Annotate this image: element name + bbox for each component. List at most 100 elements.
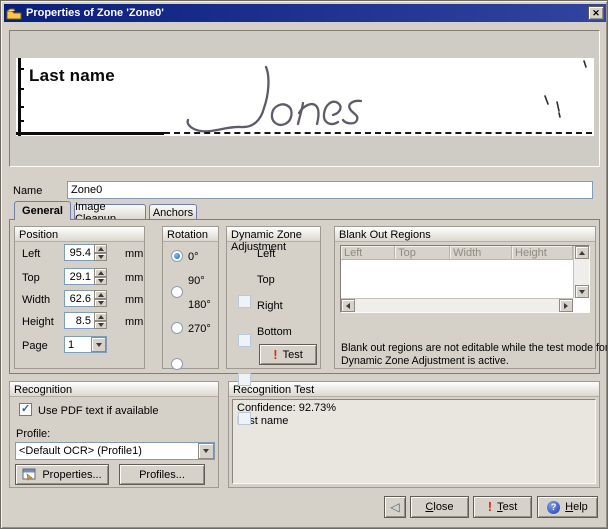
form-bottom-dashes: [164, 132, 592, 134]
help-button-label: Help: [565, 501, 588, 513]
close-button[interactable]: Close: [410, 496, 469, 518]
checkbox-use-pdf-text[interactable]: ✓: [19, 403, 32, 416]
scroll-right-button[interactable]: [559, 299, 573, 312]
radio-rotation-0[interactable]: [171, 250, 183, 262]
properties-dialog: Properties of Zone 'Zone0' ✕ Last name: [0, 0, 608, 529]
rotation-group-header: Rotation: [163, 227, 218, 242]
recognition-group-header: Recognition: [10, 382, 218, 397]
spin-up-button[interactable]: [94, 290, 107, 299]
help-button[interactable]: ? Help: [537, 496, 598, 518]
confidence-text: Confidence: 92.73%: [237, 402, 591, 415]
page-combobox[interactable]: 1: [64, 336, 107, 353]
checkbox-dza-bottom-label: Bottom: [257, 326, 292, 338]
checkbox-dza-bottom[interactable]: [238, 412, 251, 425]
window-folder-icon: [6, 7, 22, 20]
handwriting-jones: [16, 58, 594, 136]
dza-test-button[interactable]: ! Test: [259, 344, 317, 365]
tab-image-cleanup[interactable]: Image Cleanup: [74, 204, 146, 220]
back-button[interactable]: ◁: [384, 496, 406, 518]
vertical-scrollbar[interactable]: [573, 246, 589, 298]
window-title: Properties of Zone 'Zone0': [26, 7, 588, 19]
radio-rotation-270[interactable]: [171, 358, 183, 370]
position-group-header: Position: [15, 227, 144, 242]
profiles-button[interactable]: Profiles...: [119, 464, 205, 485]
position-left-spinner: [94, 244, 107, 261]
left-arrow-icon: [346, 303, 350, 309]
close-window-button[interactable]: ✕: [588, 6, 604, 20]
position-top-input[interactable]: [64, 268, 95, 285]
position-height-input[interactable]: [64, 312, 95, 329]
checkmark-icon: ✓: [21, 402, 30, 415]
rotation-group: Rotation: [162, 226, 219, 369]
position-height-spinner: [94, 312, 107, 329]
back-arrow-icon: ◁: [390, 501, 399, 513]
blank-out-group: Blank Out Regions Left Top Width Height …: [334, 226, 596, 369]
spin-up-button[interactable]: [94, 312, 107, 321]
page-combobox-arrow[interactable]: [91, 337, 106, 352]
page-label: Page: [22, 340, 48, 352]
radio-rotation-90[interactable]: [171, 286, 183, 298]
blank-out-note-line2: Dynamic Zone Adjustment is active.: [341, 355, 509, 368]
position-top-unit: mm: [125, 272, 143, 284]
blank-out-table-header: Left Top Width Height: [341, 246, 573, 260]
blank-out-note-line1: Blank out regions are not editable while…: [341, 342, 608, 355]
position-top-spinner: [94, 268, 107, 285]
spin-down-button[interactable]: [94, 299, 107, 307]
page-combobox-value: 1: [68, 339, 74, 351]
spin-down-button[interactable]: [94, 277, 107, 285]
radio-rotation-0-label: 0°: [188, 251, 199, 263]
properties-button-label: Properties...: [42, 469, 101, 481]
recognition-test-group: Recognition Test Confidence: 92.73% Last…: [228, 381, 600, 488]
blank-out-table: Left Top Width Height: [340, 245, 590, 313]
checkbox-dza-left[interactable]: [238, 295, 251, 308]
profile-combobox-arrow[interactable]: [198, 443, 214, 459]
recognized-text: Last name: [237, 415, 591, 428]
test-button[interactable]: ! Test: [473, 496, 532, 518]
position-width-input[interactable]: [64, 290, 95, 307]
dza-test-button-label: Test: [283, 349, 303, 361]
position-width-unit: mm: [125, 294, 143, 306]
spin-down-button[interactable]: [94, 321, 107, 329]
up-arrow-icon: [98, 315, 104, 319]
spin-up-button[interactable]: [94, 268, 107, 277]
exclamation-icon: !: [488, 502, 492, 512]
column-header-height[interactable]: Height: [512, 246, 573, 260]
scroll-left-button[interactable]: [341, 299, 355, 312]
dynamic-zone-group-header: Dynamic Zone Adjustment: [227, 227, 320, 242]
up-arrow-icon: [579, 251, 585, 255]
scanned-field-strip: Last name: [16, 58, 594, 136]
checkbox-dza-right[interactable]: [238, 373, 251, 386]
zone-preview-panel: Last name: [9, 30, 600, 167]
tab-anchors-label: Anchors: [153, 207, 193, 219]
form-bottom-rule: [16, 132, 164, 135]
horizontal-scrollbar[interactable]: [341, 298, 573, 312]
spin-down-button[interactable]: [94, 253, 107, 261]
spin-up-button[interactable]: [94, 244, 107, 253]
blank-out-group-header: Blank Out Regions: [335, 227, 595, 242]
up-arrow-icon: [98, 293, 104, 297]
tab-general[interactable]: General: [14, 201, 71, 220]
properties-button[interactable]: Properties...: [15, 464, 109, 485]
column-header-width[interactable]: Width: [450, 246, 512, 260]
checkbox-dza-top[interactable]: [238, 334, 251, 347]
radio-rotation-180[interactable]: [171, 322, 183, 334]
scroll-down-button[interactable]: [575, 285, 589, 298]
profile-combobox-value: <Default OCR> (Profile1): [19, 445, 142, 457]
name-label: Name: [13, 185, 42, 197]
test-button-label: Test: [497, 501, 517, 513]
exclamation-icon: !: [273, 350, 277, 360]
tab-anchors[interactable]: Anchors: [149, 204, 197, 220]
zone-name-input[interactable]: [67, 181, 593, 199]
down-arrow-icon: [98, 255, 104, 259]
profile-combobox[interactable]: <Default OCR> (Profile1): [15, 442, 215, 460]
column-header-left[interactable]: Left: [341, 246, 395, 260]
up-arrow-icon: [98, 271, 104, 275]
dropdown-arrow-icon: [203, 449, 209, 453]
scroll-up-button[interactable]: [575, 246, 589, 259]
down-arrow-icon: [98, 279, 104, 283]
position-left-label: Left: [22, 248, 40, 260]
close-button-label: Close: [425, 501, 453, 513]
position-left-input[interactable]: [64, 244, 95, 261]
down-arrow-icon: [98, 323, 104, 327]
column-header-top[interactable]: Top: [395, 246, 450, 260]
